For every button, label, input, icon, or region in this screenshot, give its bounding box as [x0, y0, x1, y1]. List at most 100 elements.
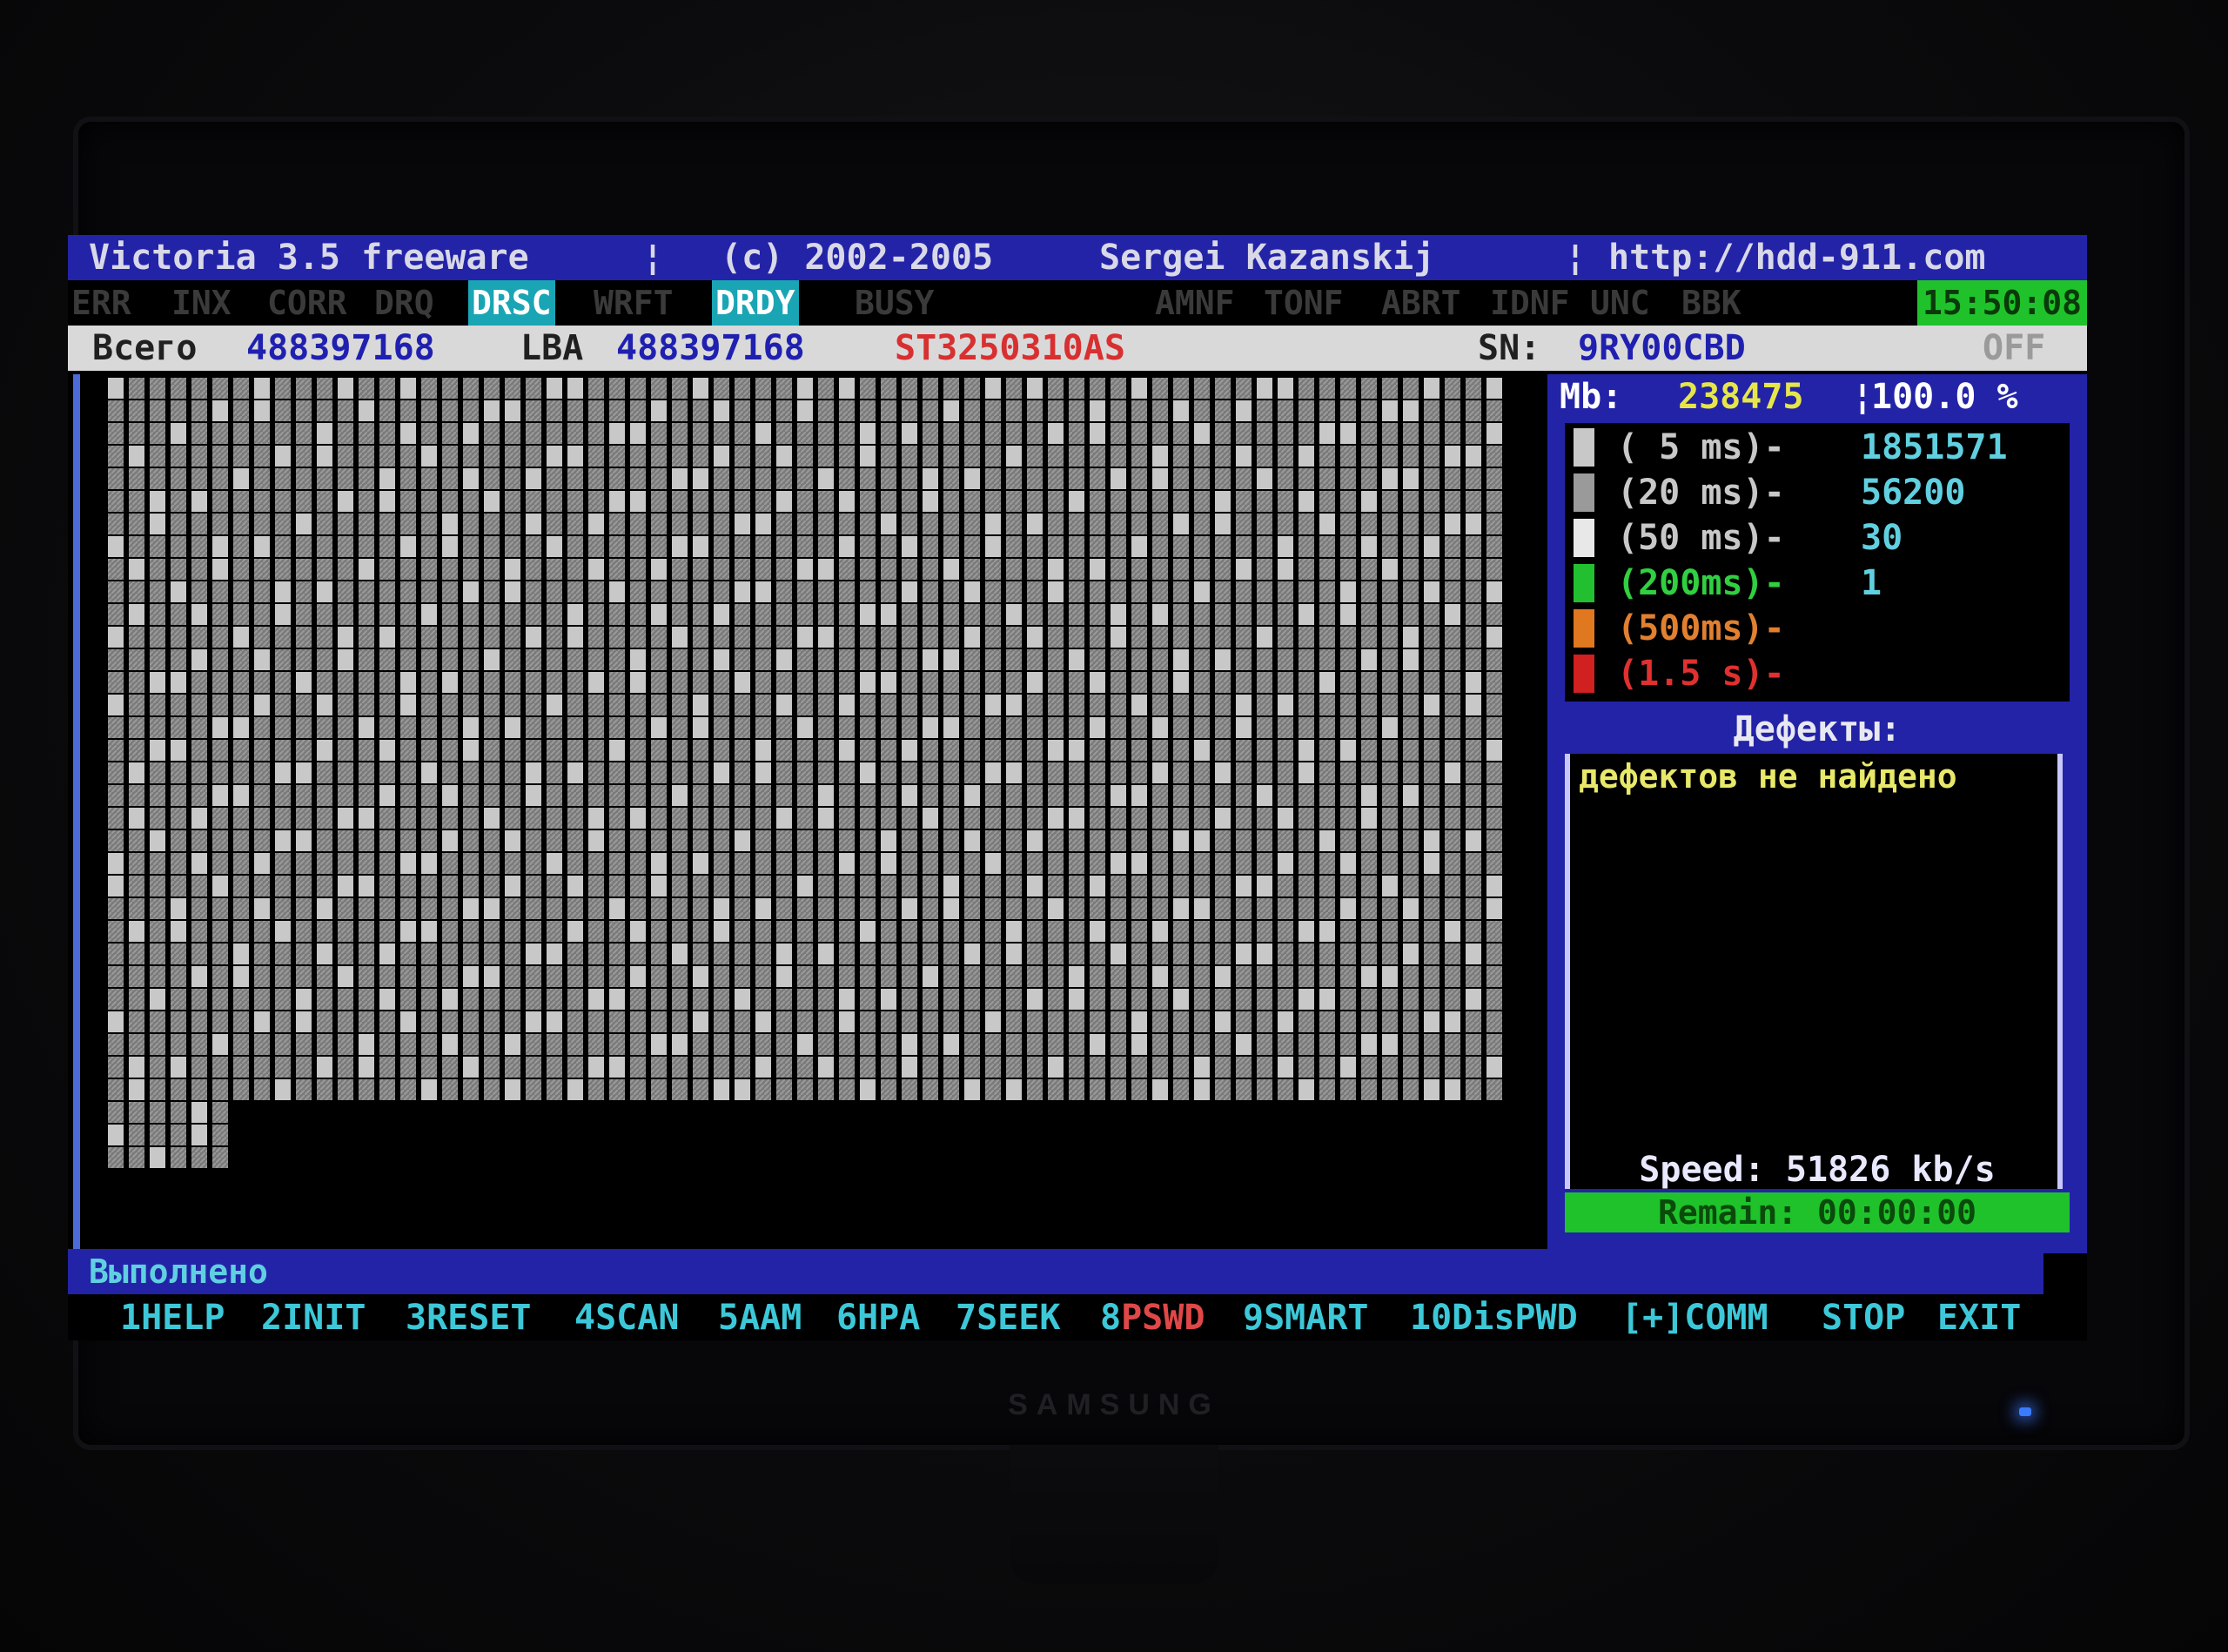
scan-block: [1403, 581, 1419, 602]
scan-block: [338, 830, 353, 851]
scan-block: [1466, 740, 1481, 761]
scan-block: [1173, 581, 1189, 602]
scan-block: [964, 944, 980, 964]
scan-block: [609, 672, 625, 693]
fkey-reset[interactable]: 3RESET: [406, 1295, 532, 1340]
scan-block: [254, 468, 270, 489]
scan-block: [338, 695, 353, 715]
scan-block: [359, 604, 374, 625]
fkey-smart[interactable]: 9SMART: [1243, 1295, 1369, 1340]
scan-block: [818, 1011, 834, 1032]
scan-block: [1319, 514, 1335, 534]
scan-block: [1152, 1079, 1168, 1100]
website-link[interactable]: http://hdd-911.com: [1608, 235, 1985, 280]
scan-block: [1090, 559, 1105, 580]
scan-block: [1445, 808, 1460, 829]
scan-block: [484, 446, 500, 467]
fkey-exit[interactable]: EXIT: [1937, 1295, 2021, 1340]
scan-block: [317, 853, 332, 874]
scan-block: [818, 378, 834, 399]
scan-block: [191, 695, 207, 715]
scan-block: [943, 944, 959, 964]
scan-block: [359, 762, 374, 783]
scan-block: [1424, 627, 1439, 648]
scan-block: [1278, 604, 1293, 625]
scan-block: [1069, 898, 1084, 919]
fkey-dispwd[interactable]: 10DisPWD: [1410, 1295, 1578, 1340]
scan-block: [379, 876, 395, 897]
fkey-comm[interactable]: [+]COMM: [1621, 1295, 1768, 1340]
scan-block: [254, 559, 270, 580]
scan-block: [1340, 944, 1356, 964]
scan-block: [672, 672, 688, 693]
scan-block: [1131, 672, 1147, 693]
scan-block: [1361, 378, 1377, 399]
scan-block: [1048, 514, 1064, 534]
scan-block: [212, 468, 228, 489]
scan-block: [902, 581, 917, 602]
scan-block: [1131, 876, 1147, 897]
scan-block: [338, 536, 353, 557]
fkey-hpa[interactable]: 6HPA: [836, 1295, 920, 1340]
statistics-panel: Mb: 238475 ¦ 100.0 % ( 5 ms)- 1851571 (20 …: [1547, 374, 2087, 1253]
fkey-help[interactable]: 1HELP: [120, 1295, 225, 1340]
scan-block: [547, 1057, 562, 1078]
scan-block: [651, 830, 667, 851]
scan-block: [693, 695, 708, 715]
scan-block: [1486, 785, 1502, 806]
scan-block: [943, 1079, 959, 1100]
scan-block: [755, 581, 771, 602]
scan-block: [693, 423, 708, 444]
scan-block: [442, 423, 458, 444]
scan-block: [1194, 1079, 1210, 1100]
fkey-aam[interactable]: 5AAM: [718, 1295, 802, 1340]
scan-block: [1006, 966, 1022, 987]
scan-block: [171, 604, 186, 625]
scan-block: [1090, 581, 1105, 602]
flag-bbk: BBK: [1681, 284, 1741, 322]
scan-block: [254, 740, 270, 761]
scan-block: [902, 1057, 917, 1078]
scan-block: [735, 514, 750, 534]
scan-block: [275, 921, 291, 942]
scan-block: [1152, 740, 1168, 761]
fkey-init[interactable]: 2INIT: [261, 1295, 366, 1340]
scan-block: [338, 876, 353, 897]
scan-block: [1424, 830, 1439, 851]
scan-block: [630, 514, 646, 534]
scan-block: [505, 830, 520, 851]
scan-block: [818, 966, 834, 987]
scan-block: [672, 627, 688, 648]
fkey-scan[interactable]: 4SCAN: [574, 1295, 679, 1340]
scan-block: [776, 536, 792, 557]
scan-block: [797, 740, 813, 761]
scan-block: [1466, 944, 1481, 964]
scan-block: [1111, 808, 1126, 829]
scan-block: [1152, 717, 1168, 738]
scan-block: [1466, 649, 1481, 670]
scan-block: [985, 604, 1001, 625]
scan-block: [191, 491, 207, 512]
scan-block: [1403, 853, 1419, 874]
fkey-label: EXIT: [1937, 1298, 2022, 1338]
scan-block: [693, 536, 708, 557]
scan-block: [630, 695, 646, 715]
scan-block: [1486, 468, 1502, 489]
scan-block: [505, 446, 520, 467]
scan-block: [714, 1079, 729, 1100]
scan-block: [317, 536, 332, 557]
scan-block: [1424, 1011, 1439, 1032]
fkey-stop[interactable]: STOP: [1822, 1295, 1905, 1340]
scan-block: [672, 966, 688, 987]
scan-block: [923, 423, 938, 444]
scan-block: [797, 785, 813, 806]
fkey-pswd[interactable]: 8PSWD: [1100, 1295, 1205, 1340]
scan-block: [1278, 898, 1293, 919]
scan-block: [1131, 740, 1147, 761]
scan-block: [171, 740, 186, 761]
scan-block: [1111, 989, 1126, 1010]
fkey-seek[interactable]: 7SEEK: [956, 1295, 1060, 1340]
scan-block: [1278, 1057, 1293, 1078]
scan-block: [714, 944, 729, 964]
scan-block: [923, 649, 938, 670]
